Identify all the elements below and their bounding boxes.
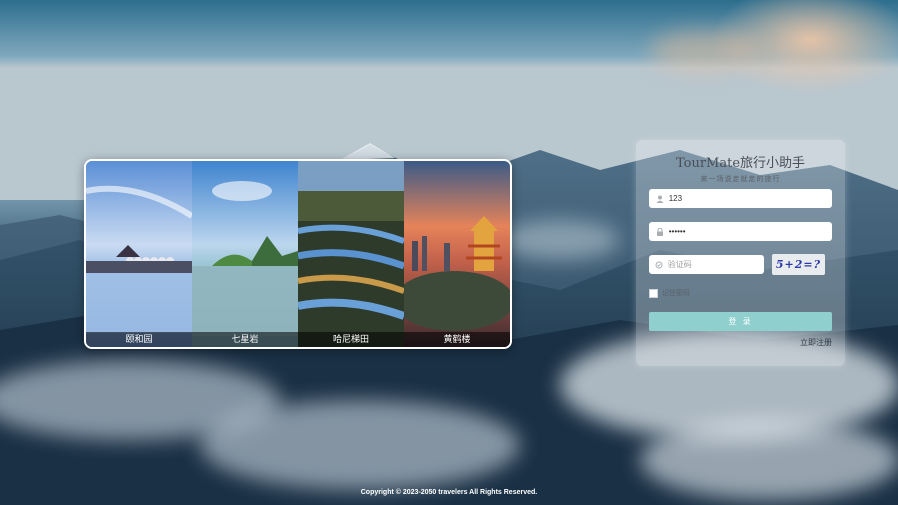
- copyright-footer: Copyright © 2023-2050 travelers All Righ…: [360, 489, 538, 496]
- yellow-crane-tower-photo: [404, 161, 510, 347]
- captcha-image[interactable]: 5+2=?: [772, 254, 825, 275]
- lock-icon: [653, 227, 667, 236]
- register-link[interactable]: 立即注册: [800, 337, 832, 348]
- login-subtitle: 来一场说走就走的旅行: [700, 175, 781, 183]
- gallery-item-hani-terraces[interactable]: 哈尼梯田: [298, 161, 404, 347]
- remember-password[interactable]: 记住密码: [649, 288, 690, 298]
- hani-terraces-photo: [298, 161, 404, 347]
- gallery-caption: 哈尼梯田: [298, 332, 404, 347]
- gallery-item-seven-star-crags[interactable]: 七星岩: [192, 161, 298, 347]
- login-card: TourMate旅行小助手 来一场说走就走的旅行 5+2=? 记住密码 登 录 …: [636, 140, 845, 366]
- password-field[interactable]: [649, 222, 832, 241]
- gallery-item-summer-palace[interactable]: 颐和园: [86, 161, 192, 347]
- shield-icon: [653, 261, 666, 269]
- gallery-item-yellow-crane-tower[interactable]: 黄鹤楼: [404, 161, 510, 347]
- login-title: TourMate旅行小助手: [675, 156, 806, 171]
- gallery-caption: 七星岩: [192, 332, 298, 347]
- remember-checkbox[interactable]: [649, 288, 658, 298]
- seven-star-crags-photo: [192, 161, 298, 347]
- user-icon: [653, 195, 667, 203]
- captcha-input[interactable]: [665, 260, 764, 269]
- username-input[interactable]: [666, 194, 832, 203]
- login-button[interactable]: 登 录: [649, 312, 832, 331]
- summer-palace-photo: [86, 161, 192, 347]
- remember-label: 记住密码: [662, 290, 690, 297]
- scenic-gallery: 颐和园 七星岩 哈尼梯田 黄鹤楼: [84, 159, 512, 349]
- username-field[interactable]: [649, 189, 832, 208]
- gallery-caption: 黄鹤楼: [404, 332, 510, 347]
- gallery-caption: 颐和园: [86, 332, 192, 347]
- captcha-field[interactable]: [649, 255, 764, 274]
- password-input[interactable]: [666, 227, 832, 236]
